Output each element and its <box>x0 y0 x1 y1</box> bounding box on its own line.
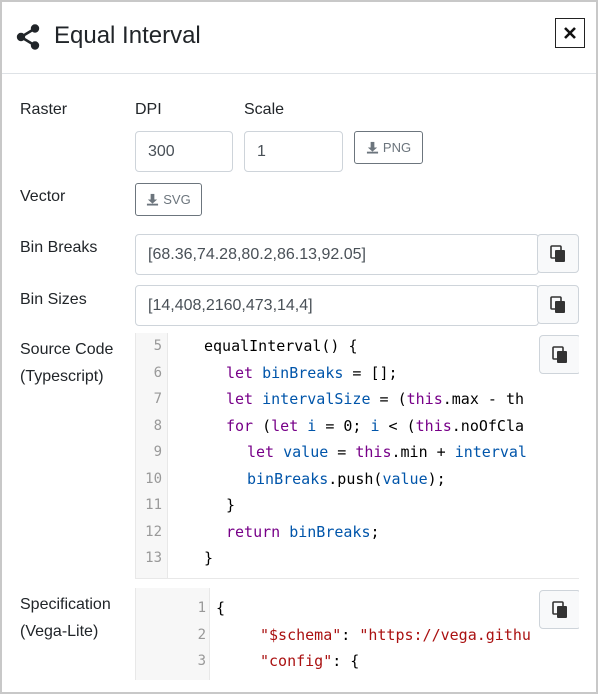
line-number: 3 <box>197 653 206 669</box>
copy-bin-sizes-button[interactable] <box>537 285 579 324</box>
bin-breaks-label: Bin Breaks <box>20 239 98 256</box>
dpi-label: DPI <box>135 101 162 118</box>
copy-icon <box>550 244 565 262</box>
dpi-input[interactable]: 300 <box>135 131 233 172</box>
code-line: let intervalSize = (this.max - th <box>226 390 525 408</box>
scale-label: Scale <box>244 101 285 118</box>
line-number: 10 <box>145 470 162 487</box>
close-button[interactable] <box>555 18 585 48</box>
bin-sizes-field[interactable]: [14,408,2160,473,14,4] <box>135 285 539 326</box>
line-number: 8 <box>153 417 162 434</box>
code-line: let value = this.min + interval <box>247 443 527 461</box>
line-number: 12 <box>145 523 162 540</box>
specification-sublabel: (Vega-Lite) <box>20 623 99 640</box>
download-png-button[interactable]: PNG <box>354 131 423 164</box>
code-line: } <box>204 549 214 567</box>
specification-editor[interactable]: 1 2 3 { "$schema": "https://vega.githu "… <box>135 588 579 680</box>
line-number: 9 <box>153 444 162 460</box>
copy-source-code-button[interactable] <box>539 335 579 374</box>
bin-sizes-label: Bin Sizes <box>20 291 87 308</box>
line-number: 1 <box>197 600 206 616</box>
dialog-title: Equal Interval <box>54 22 201 49</box>
code-line: equalInterval() { <box>204 337 358 355</box>
line-number: 13 <box>145 550 162 566</box>
code-line: "$schema": "https://vega.githu <box>260 625 531 644</box>
line-number: 5 <box>153 338 162 354</box>
export-dialog: Equal Interval Raster DPI Scale 300 1 PN… <box>0 0 598 694</box>
line-number: 11 <box>145 497 162 513</box>
download-icon <box>147 193 159 206</box>
scale-input[interactable]: 1 <box>244 131 343 172</box>
vector-label: Vector <box>20 188 66 205</box>
line-number: 7 <box>153 391 162 407</box>
copy-specification-button[interactable] <box>539 590 579 629</box>
code-line: binBreaks.push(value); <box>247 469 446 488</box>
download-icon <box>366 141 378 154</box>
dialog-header: Equal Interval <box>2 2 596 74</box>
copy-icon <box>550 295 565 313</box>
source-code-editor[interactable]: 5 6 7 8 9 10 11 12 13 equalInterval() { … <box>135 333 579 579</box>
copy-icon <box>552 600 567 618</box>
line-number: 6 <box>153 364 162 381</box>
code-line: return binBreaks; <box>226 522 380 541</box>
code-line: for (let i = 0; i < (this.noOfCla <box>226 416 525 435</box>
copy-bin-breaks-button[interactable] <box>537 234 579 273</box>
code-line: let binBreaks = []; <box>226 363 398 382</box>
close-icon <box>564 27 576 39</box>
copy-icon <box>552 345 567 363</box>
code-line: "config": { <box>260 652 360 670</box>
source-code-sublabel: (Typescript) <box>20 368 104 385</box>
code-line: { <box>216 599 226 617</box>
download-svg-button[interactable]: SVG <box>135 183 202 216</box>
source-code-label: Source Code <box>20 341 114 358</box>
png-label: PNG <box>382 140 412 155</box>
code-line: } <box>226 496 236 514</box>
raster-label: Raster <box>20 101 68 118</box>
share-icon <box>16 24 40 50</box>
bin-breaks-field[interactable]: [68.36,74.28,80.2,86.13,92.05] <box>135 234 539 275</box>
svg-label: SVG <box>163 192 191 207</box>
line-number: 2 <box>197 626 206 643</box>
specification-label: Specification <box>20 596 111 613</box>
